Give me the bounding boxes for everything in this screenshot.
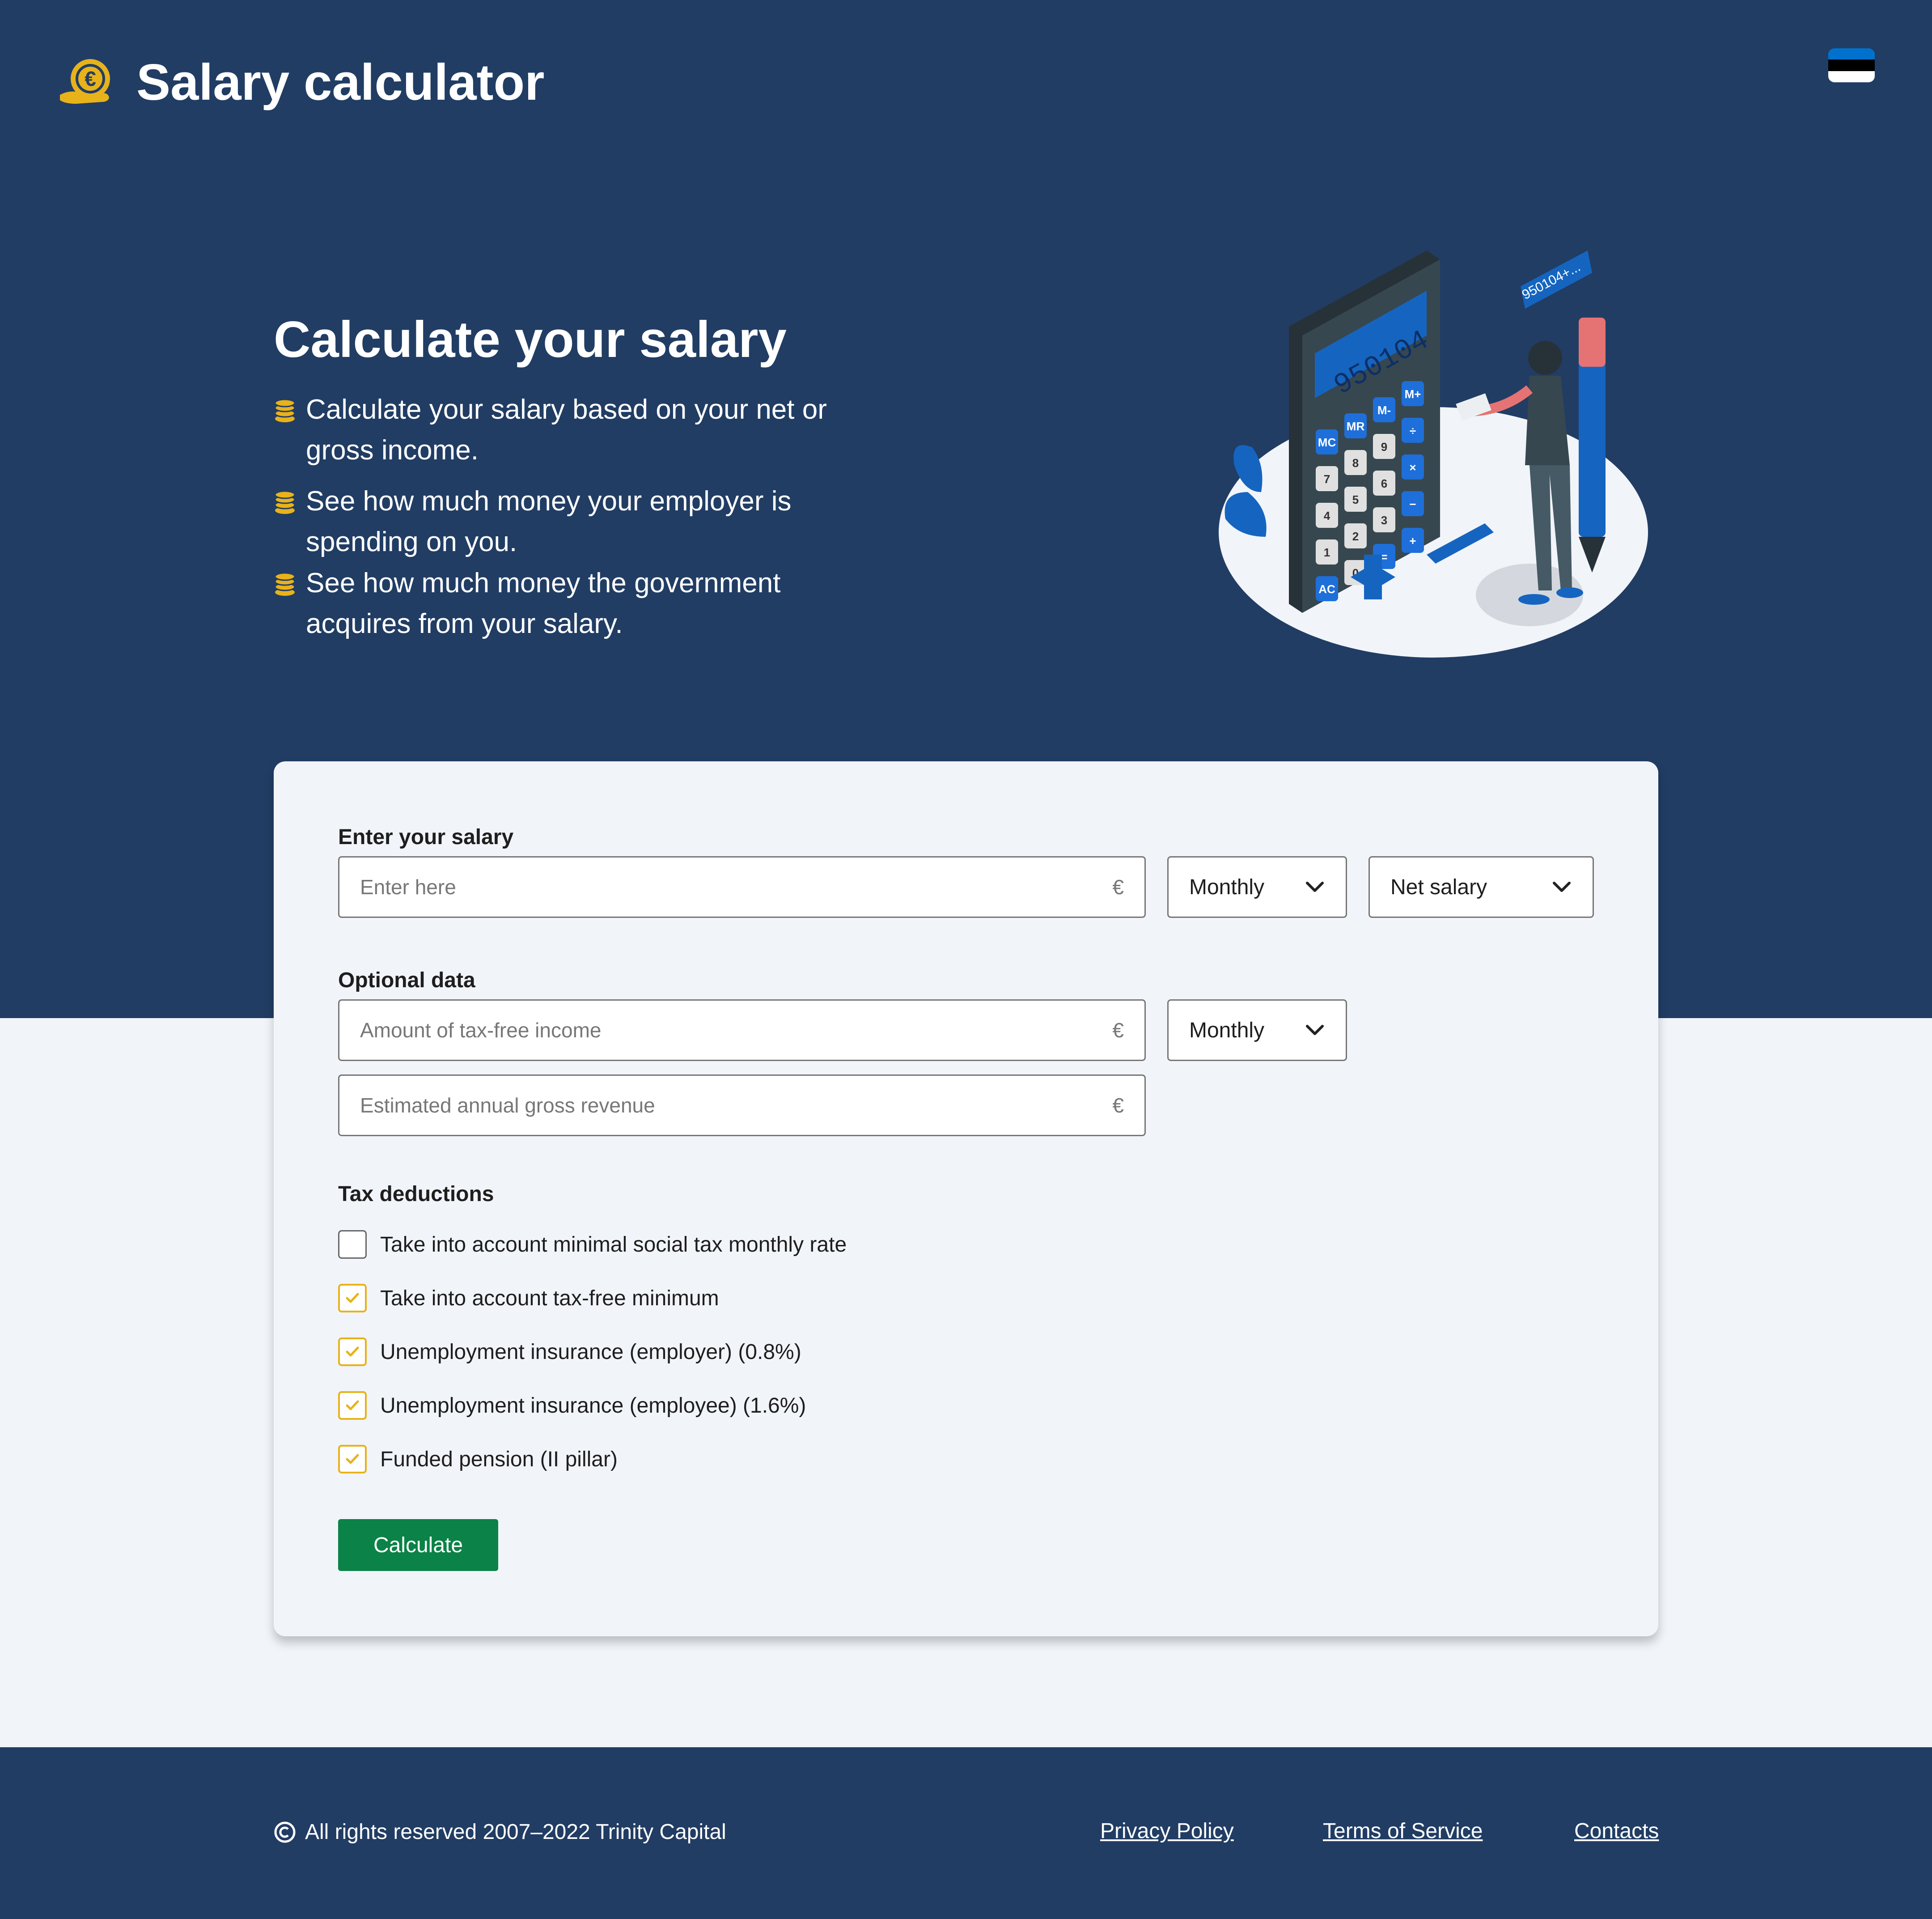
salary-label: Enter your salary [338, 825, 514, 849]
euro-hand-coin-icon: € [60, 59, 110, 104]
salary-input-placeholder: Enter here [360, 875, 456, 899]
svg-text:€: € [85, 67, 96, 90]
calculator-key-label: ÷ [1410, 424, 1416, 437]
calculator-key-label: MC [1318, 436, 1336, 449]
tax-free-period-select[interactable]: Monthly [1167, 999, 1347, 1061]
hero-bullet: See how much money your employer is spen… [274, 481, 834, 562]
tax-free-minimum-checkbox[interactable]: Take into account tax-free minimum [338, 1284, 719, 1312]
calculator-key-label: 1 [1324, 546, 1330, 559]
hero-bullet-text: Calculate your salary based on your net … [306, 394, 827, 466]
checkbox-label: Unemployment insurance (employer) (0.8%) [380, 1340, 801, 1364]
tax-free-period-value: Monthly [1189, 1018, 1265, 1042]
coins-icon [274, 573, 296, 596]
salary-period-value: Monthly [1189, 875, 1265, 899]
tax-free-income-input[interactable]: Amount of tax-free income € [338, 999, 1146, 1061]
checkbox[interactable] [338, 1284, 367, 1312]
salary-period-select[interactable]: Monthly [1167, 856, 1347, 918]
calculate-button[interactable]: Calculate [338, 1519, 498, 1571]
terms-of-service-link[interactable]: Terms of Service [1323, 1819, 1483, 1843]
checkmark-icon [346, 1293, 359, 1303]
calculator-key-label: × [1409, 461, 1416, 474]
annual-revenue-placeholder: Estimated annual gross revenue [360, 1094, 655, 1117]
calculator-key-label: AC [1318, 582, 1335, 596]
checkbox[interactable] [338, 1337, 367, 1366]
checkbox-label: Funded pension (II pillar) [380, 1447, 618, 1471]
euro-icon: € [1112, 1019, 1124, 1042]
calculator-key-label: 8 [1352, 456, 1359, 470]
calculator-key-label: 3 [1381, 514, 1387, 527]
calculator-key-label: 2 [1352, 530, 1359, 543]
hero-bullet: Calculate your salary based on your net … [274, 389, 834, 471]
app-title: Salary calculator [136, 54, 545, 111]
checkmark-icon [346, 1454, 359, 1464]
calculator-key-label: 5 [1352, 493, 1359, 506]
tax-free-income-placeholder: Amount of tax-free income [360, 1019, 602, 1042]
checkmark-icon [346, 1400, 359, 1410]
hero-bullet-text: See how much money the government acquir… [306, 568, 781, 639]
calculator-key-label: 7 [1324, 472, 1330, 486]
euro-icon: € [1112, 875, 1124, 899]
euro-icon: € [1112, 1094, 1124, 1117]
salary-type-value: Net salary [1390, 875, 1487, 899]
tax-deductions-label: Tax deductions [338, 1182, 494, 1206]
checkbox[interactable] [338, 1230, 367, 1259]
hero-bullet-text: See how much money your employer is spen… [306, 486, 792, 557]
copyright-text: All rights reserved 2007–2022 Trinity Ca… [305, 1820, 726, 1844]
checkbox-label: Take into account tax-free minimum [380, 1286, 719, 1310]
calculator-key-label: − [1409, 497, 1416, 511]
contacts-link[interactable]: Contacts [1574, 1819, 1659, 1843]
privacy-policy-link[interactable]: Privacy Policy [1100, 1819, 1234, 1843]
calculator-key-label: + [1409, 534, 1416, 548]
unemployment-employee-checkbox[interactable]: Unemployment insurance (employee) (1.6%) [338, 1391, 806, 1420]
calculator-key-label: M+ [1405, 387, 1421, 401]
copyright: All rights reserved 2007–2022 Trinity Ca… [274, 1820, 726, 1844]
annual-revenue-input[interactable]: Estimated annual gross revenue € [338, 1074, 1146, 1136]
hero-title: Calculate your salary [274, 311, 787, 368]
checkbox[interactable] [338, 1391, 367, 1420]
hero-bullet: See how much money the government acquir… [274, 563, 834, 644]
calculator-key-label: M- [1377, 403, 1391, 417]
checkbox-label: Take into account minimal social tax mon… [380, 1232, 847, 1257]
checkbox[interactable] [338, 1445, 367, 1473]
language-flag-button[interactable] [1828, 48, 1875, 82]
calculator-key-label: 4 [1324, 509, 1330, 522]
calculator-person-illustration: 950104 MCMRM-M+789÷456×123−AC0=+ 950104+… [1219, 250, 1648, 658]
coins-icon [274, 399, 296, 422]
chevron-down-icon [1306, 1025, 1324, 1035]
copyright-icon [274, 1821, 296, 1843]
chevron-down-icon [1553, 882, 1571, 892]
salary-type-select[interactable]: Net salary [1368, 856, 1594, 918]
optional-data-label: Optional data [338, 968, 475, 992]
calculator-key-label: MR [1347, 420, 1365, 433]
calculator-key-label: 9 [1381, 440, 1387, 454]
checkbox-label: Unemployment insurance (employee) (1.6%) [380, 1393, 806, 1418]
salary-input[interactable]: Enter here € [338, 856, 1146, 918]
checkmark-icon [346, 1346, 359, 1357]
unemployment-employer-checkbox[interactable]: Unemployment insurance (employer) (0.8%) [338, 1337, 801, 1366]
calculator-key-label: 6 [1381, 477, 1387, 490]
chevron-down-icon [1306, 882, 1324, 892]
minimal-social-tax-checkbox[interactable]: Take into account minimal social tax mon… [338, 1230, 847, 1259]
coins-icon [274, 491, 296, 514]
funded-pension-checkbox[interactable]: Funded pension (II pillar) [338, 1445, 618, 1473]
